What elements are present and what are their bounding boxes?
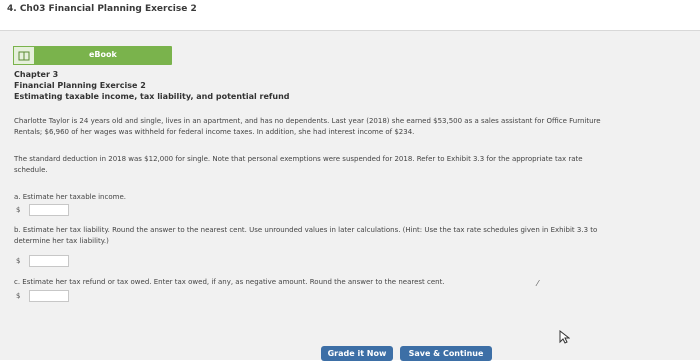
question-b-line-2: determine her tax liability.) <box>14 237 109 245</box>
mouse-cursor-icon <box>559 329 571 348</box>
question-b-currency: $ <box>16 257 21 265</box>
question-c-currency: $ <box>16 292 21 300</box>
chapter-label: Chapter 3 <box>14 70 59 79</box>
question-c-input[interactable] <box>29 290 69 302</box>
paragraph-1-line-2: Rentals; $6,960 of her wages was withhel… <box>14 128 415 136</box>
question-a-input[interactable] <box>29 204 69 216</box>
ebook-button[interactable]: eBook <box>13 46 172 65</box>
question-c-text: c. Estimate her tax refund or tax owed. … <box>14 278 445 286</box>
question-a-currency: $ <box>16 206 21 214</box>
exercise-label: Financial Planning Exercise 2 <box>14 81 146 90</box>
paragraph-1-line-1: Charlotte Taylor is 24 years old and sin… <box>14 117 601 125</box>
page-title: 4. Ch03 Financial Planning Exercise 2 <box>7 4 197 14</box>
book-icon <box>13 46 35 65</box>
question-a-text: a. Estimate her taxable income. <box>14 193 126 201</box>
question-b-input[interactable] <box>29 255 69 267</box>
question-b-line-1: b. Estimate her tax liability. Round the… <box>14 226 598 234</box>
ebook-label: eBook <box>89 50 117 59</box>
check-mark-icon: ⁄ <box>537 279 539 288</box>
paragraph-2-line-1: The standard deduction in 2018 was $12,0… <box>14 155 583 163</box>
exercise-subtitle: Estimating taxable income, tax liability… <box>14 92 290 101</box>
paragraph-2-line-2: schedule. <box>14 166 48 174</box>
